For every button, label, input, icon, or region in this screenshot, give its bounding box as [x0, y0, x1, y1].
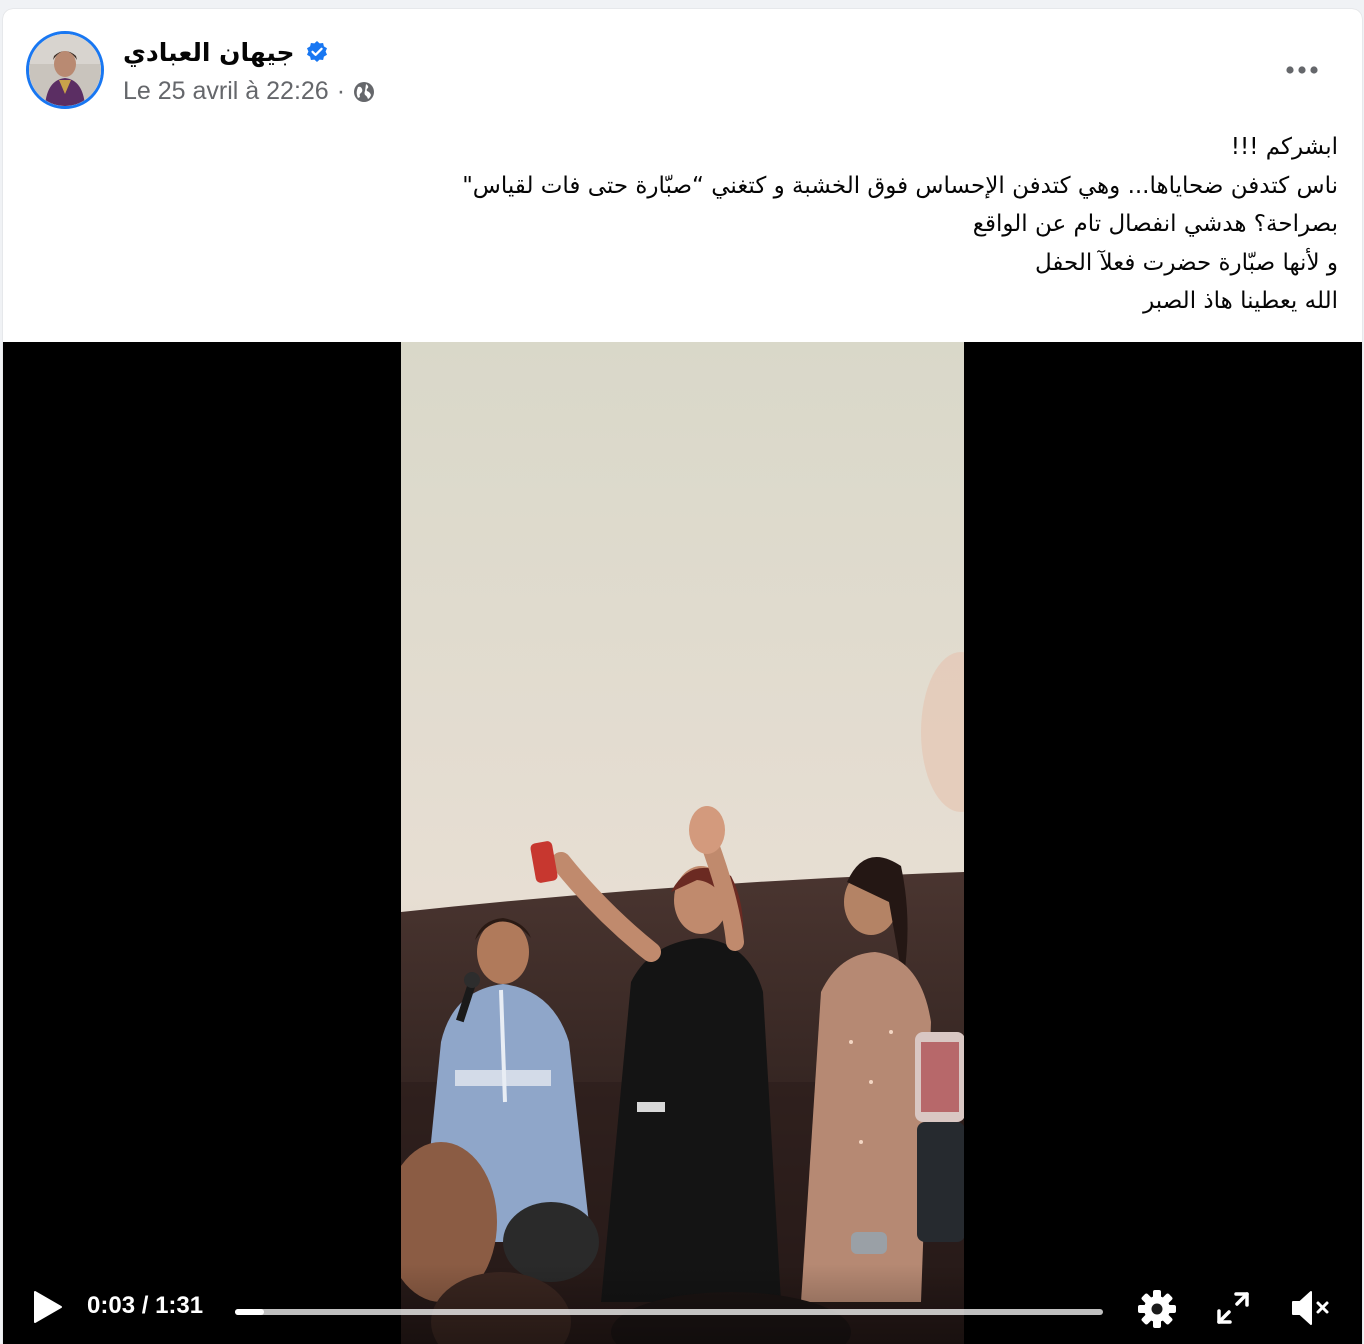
post-timestamp[interactable]: Le 25 avril à 22:26 — [123, 77, 329, 106]
video-time-separator: / — [135, 1292, 156, 1319]
author-name[interactable]: جيهان العبادي — [123, 38, 295, 67]
post-options-button[interactable] — [1280, 52, 1324, 88]
author-avatar[interactable] — [26, 31, 104, 109]
post-text-line: الله يعطينا هاذ الصبر — [1143, 288, 1338, 314]
video-controls-bar: 0:03 / 1:31 — [3, 1264, 1362, 1344]
more-horizontal-icon — [1286, 66, 1318, 74]
post-card: جيهان العبادي Le 25 avril à 22:26 · ابشر… — [3, 9, 1362, 1344]
fullscreen-button[interactable] — [1215, 1290, 1251, 1326]
post-text-line: و لأنها صبّارة حضرت فعلآ الحفل — [1034, 249, 1338, 276]
globe-icon[interactable] — [353, 81, 375, 103]
video-settings-button[interactable] — [1136, 1288, 1178, 1330]
meta-separator: · — [336, 77, 346, 105]
video-frame[interactable] — [401, 342, 964, 1344]
video-time: 0:03 / 1:31 — [87, 1292, 203, 1320]
avatar-image — [29, 34, 101, 106]
post-text-line: بصراحة؟ هدشي انفصال تام عن الواقع — [972, 211, 1338, 237]
video-duration: 1:31 — [155, 1292, 204, 1319]
verified-badge-icon — [305, 40, 329, 64]
post-text-line: ابشركم !!! — [1230, 134, 1338, 160]
video-progress-bar[interactable] — [235, 1309, 1103, 1315]
fullscreen-icon — [1217, 1292, 1249, 1324]
video-player[interactable]: 0:03 / 1:31 — [3, 342, 1362, 1344]
play-button[interactable] — [29, 1287, 65, 1327]
post-text-line: ناس كتدفن ضحاياها... وهي كتدفن الإحساس ف… — [462, 172, 1338, 199]
video-current-time: 0:03 — [87, 1292, 136, 1319]
video-progress-fill — [235, 1309, 264, 1315]
settings-gear-icon — [1138, 1290, 1176, 1328]
muted-speaker-icon — [1292, 1291, 1329, 1325]
mute-toggle-button[interactable] — [1289, 1287, 1333, 1329]
post-text: ابشركم !!! ناس كتدفن ضحاياها... وهي كتدف… — [238, 128, 1338, 321]
play-icon — [34, 1291, 62, 1323]
video-thumbnail — [401, 342, 964, 1344]
